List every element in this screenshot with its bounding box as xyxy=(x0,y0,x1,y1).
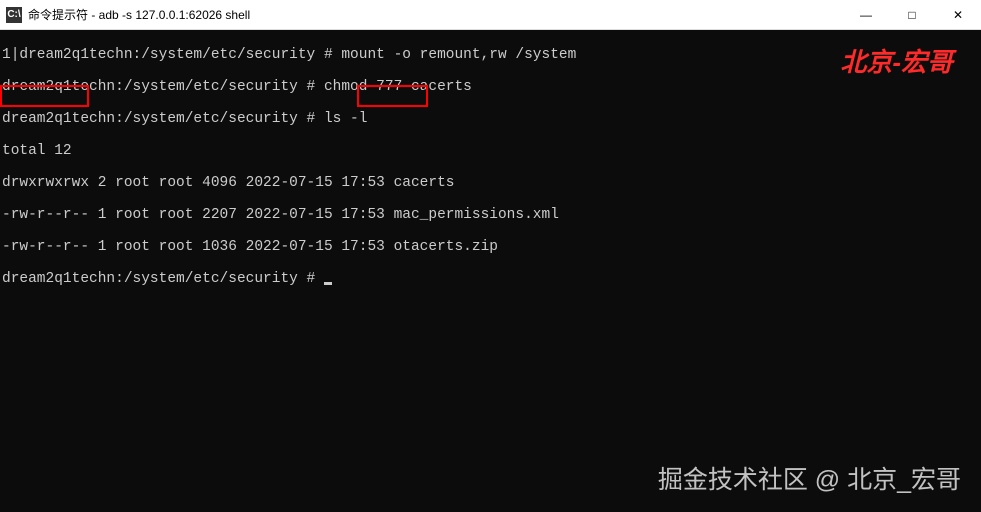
command-text: chmod 777 cacerts xyxy=(324,79,472,95)
terminal-line: dream2q1techn:/system/etc/security # xyxy=(2,271,979,287)
terminal-line: 1|dream2q1techn:/system/etc/security # m… xyxy=(2,47,979,63)
window-titlebar: C:\ 命令提示符 - adb -s 127.0.0.1:62026 shell… xyxy=(0,0,981,30)
maximize-button[interactable]: □ xyxy=(889,0,935,30)
terminal-line: -rw-r--r-- 1 root root 2207 2022-07-15 1… xyxy=(2,207,979,223)
close-button[interactable]: ✕ xyxy=(935,0,981,30)
app-icon: C:\ xyxy=(6,7,22,23)
cursor-icon xyxy=(324,282,332,285)
prompt-text: dream2q1techn:/system/etc/security # xyxy=(2,79,324,95)
terminal-line: -rw-r--r-- 1 root root 1036 2022-07-15 1… xyxy=(2,239,979,255)
minimize-button[interactable]: — xyxy=(843,0,889,30)
window-title: 命令提示符 - adb -s 127.0.0.1:62026 shell xyxy=(28,6,250,23)
prompt-text: dream2q1techn:/system/etc/security # xyxy=(2,111,324,127)
command-text: ls -l xyxy=(324,111,368,127)
terminal-line: total 12 xyxy=(2,143,979,159)
command-text: mount -o remount,rw /system xyxy=(341,47,576,63)
terminal-line: drwxrwxrwx 2 root root 4096 2022-07-15 1… xyxy=(2,175,979,191)
prompt-text: dream2q1techn:/system/etc/security # xyxy=(19,47,341,63)
terminal-line: dream2q1techn:/system/etc/security # ls … xyxy=(2,111,979,127)
prompt-text: dream2q1techn:/system/etc/security # xyxy=(2,271,324,287)
line-prefix: 1| xyxy=(2,47,19,63)
terminal-output[interactable]: 1|dream2q1techn:/system/etc/security # m… xyxy=(0,30,981,512)
terminal-line: dream2q1techn:/system/etc/security # chm… xyxy=(2,79,979,95)
